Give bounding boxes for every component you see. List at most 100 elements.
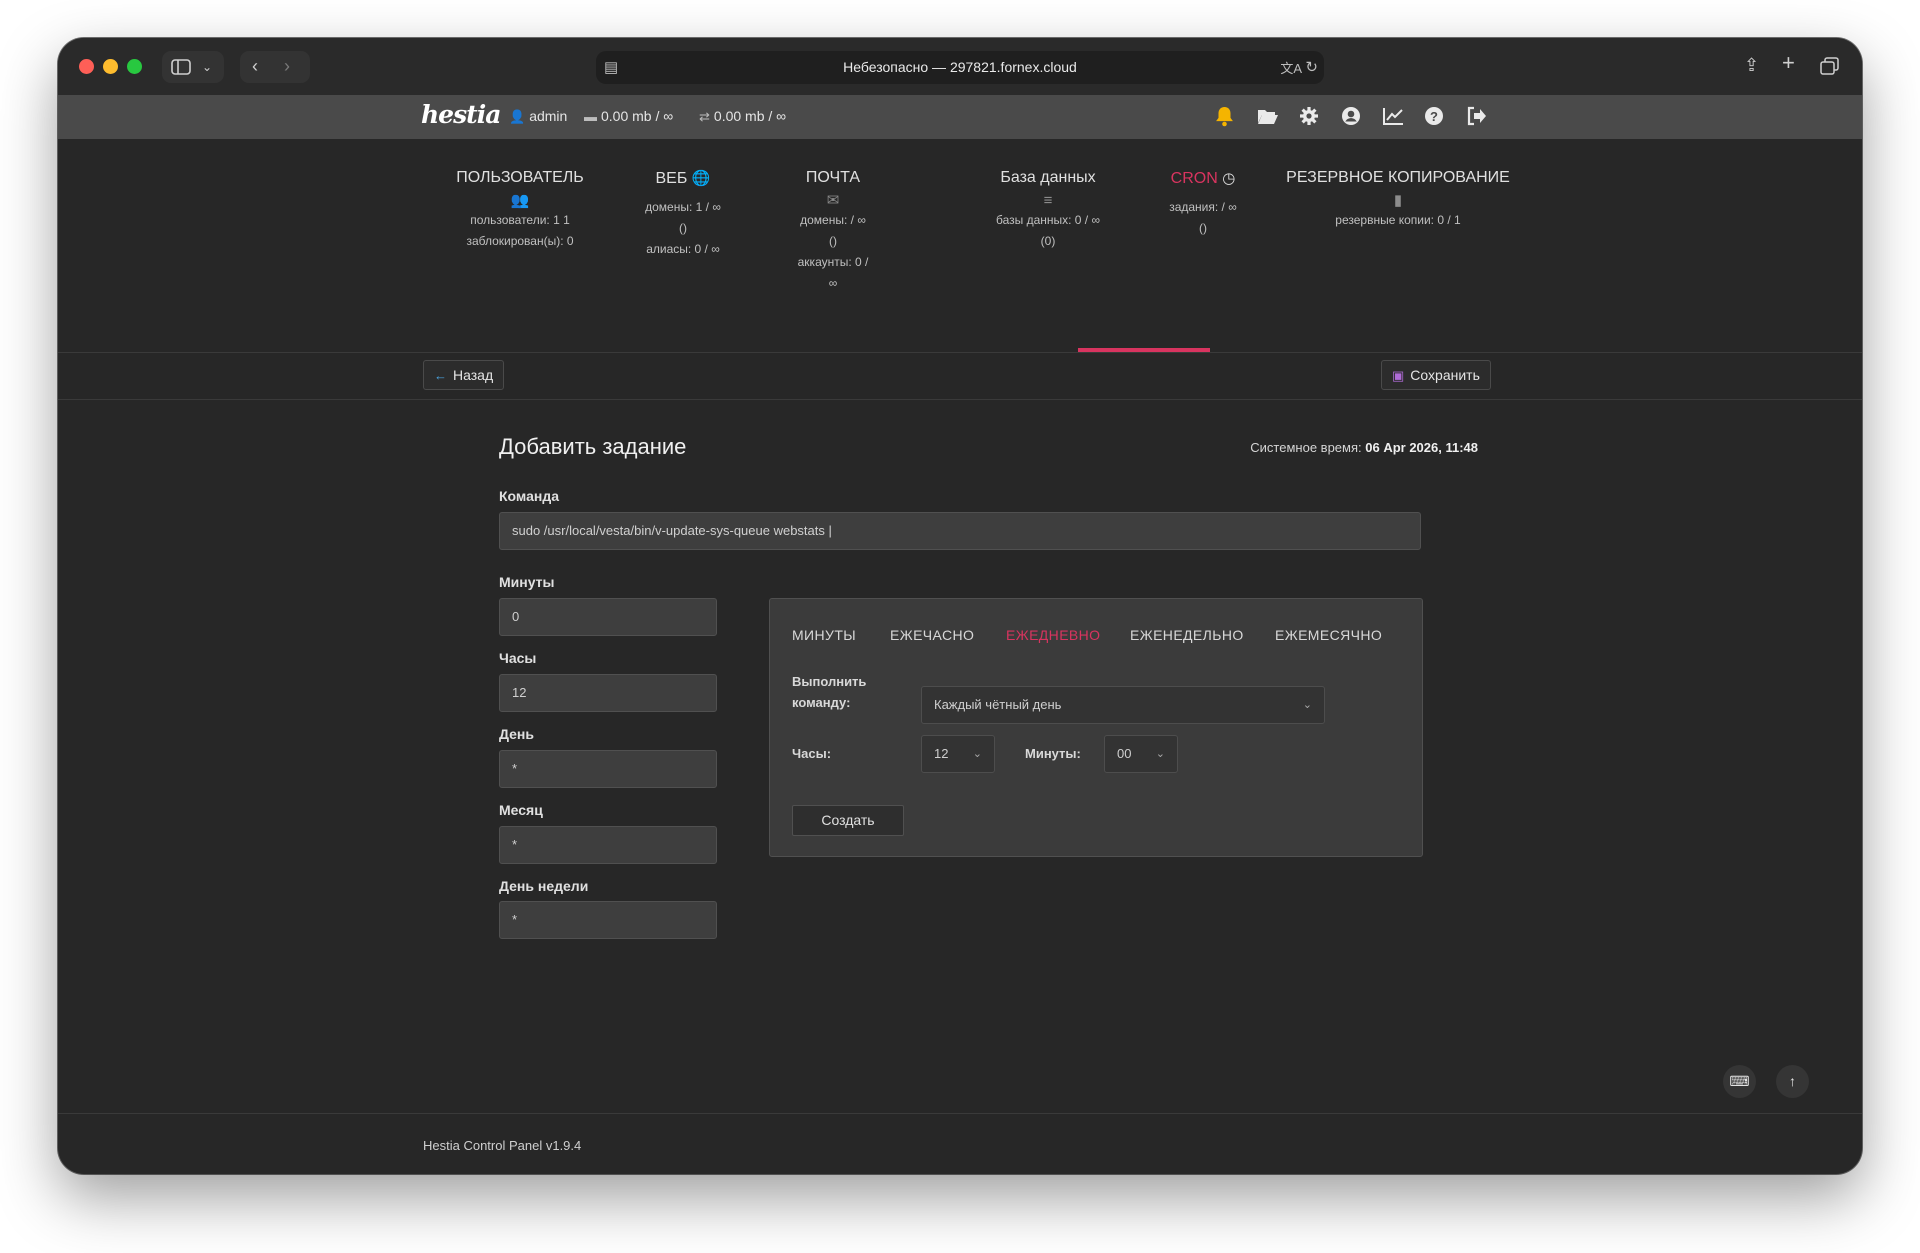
translate-icon[interactable]: 文A	[1280, 58, 1302, 77]
month-label: Месяц	[499, 802, 543, 818]
keyboard-shortcuts-button[interactable]: ⌨	[1723, 1065, 1756, 1098]
tab-user-count: пользователи: 1 1	[470, 213, 570, 227]
system-time-value: 06 Apr 2026, 11:48	[1365, 440, 1478, 455]
day-label: День	[499, 726, 534, 742]
system-time: Системное время: 06 Apr 2026, 11:48	[1158, 440, 1478, 455]
save-button[interactable]: ▣ Сохранить	[1381, 360, 1491, 390]
gen-minutes-label: Минуты:	[1025, 746, 1081, 761]
bell-icon[interactable]	[1215, 106, 1234, 127]
run-command-label-line1: Выполнить	[792, 674, 867, 689]
hestia-logo[interactable]: hestia	[421, 100, 501, 129]
floppy-icon: ▣	[1392, 368, 1405, 383]
command-label: Команда	[499, 488, 559, 504]
user-icon: 👤	[509, 109, 526, 124]
tab-db-count: базы данных: 0 / ∞	[995, 213, 1101, 227]
history-nav-group: ‹ ›	[240, 51, 310, 83]
user-indicator[interactable]: 👤 admin	[509, 108, 567, 125]
zoom-window-button[interactable]	[127, 59, 142, 74]
weekday-label: День недели	[499, 878, 589, 894]
help-icon[interactable]: ?	[1424, 106, 1444, 126]
run-frequency-select[interactable]: Каждый чётный день ⌄	[921, 686, 1325, 724]
chevron-down-icon[interactable]: ⌄	[202, 57, 212, 77]
file-archive-icon: ▮	[1393, 192, 1403, 209]
tab-db-title: База данных	[1000, 169, 1096, 186]
username: admin	[529, 108, 568, 124]
new-tab-icon[interactable]: +	[1782, 52, 1795, 74]
month-input[interactable]: *	[499, 826, 717, 864]
run-command-label-line2: команду:	[792, 695, 851, 710]
database-icon: ≡	[1043, 192, 1053, 209]
create-button[interactable]: Создать	[792, 805, 904, 836]
tab-mail[interactable]: ПОЧТА ✉ домены: / ∞ () аккаунты: 0 / ∞	[778, 169, 888, 294]
browser-window: ⌄ ‹ › ▤ Небезопасно — 297821.fornex.clou…	[58, 38, 1862, 1174]
tab-cron[interactable]: CRON ◷ задания: / ∞ ()	[1153, 169, 1253, 239]
disk-usage-value: 0.00 mb / ∞	[601, 108, 674, 124]
tab-web-aliases: алиасы: 0 / ∞	[646, 242, 720, 256]
disk-usage: ▬ 0.00 mb / ∞	[584, 108, 673, 124]
forward-icon[interactable]: ›	[284, 56, 290, 76]
tab-backup[interactable]: РЕЗЕРВНОЕ КОПИРОВАНИЕ ▮ резервные копии:…	[1278, 169, 1518, 231]
tab-web-label: ВЕБ	[655, 170, 688, 187]
svg-text:?: ?	[1430, 109, 1438, 124]
generator-tab-daily[interactable]: ЕЖЕДНЕВНО	[1006, 627, 1100, 643]
tab-web[interactable]: ВЕБ 🌐 домены: 1 / ∞ () алиасы: 0 / ∞	[633, 169, 733, 260]
bandwidth-usage-value: 0.00 mb / ∞	[713, 108, 787, 124]
folder-icon[interactable]	[1257, 108, 1279, 125]
hdd-icon: ▬	[584, 109, 597, 124]
divider	[58, 399, 1862, 400]
gen-minutes-select[interactable]: 00 ⌄	[1104, 735, 1178, 773]
generator-tab-hourly[interactable]: ЕЖЕЧАСНО	[890, 627, 974, 643]
share-icon[interactable]: ⇪	[1744, 55, 1759, 75]
tab-user-title: ПОЛЬЗОВАТЕЛЬ	[456, 169, 584, 186]
globe-icon: 🌐	[691, 170, 711, 187]
tab-mail-paren: ()	[829, 234, 837, 248]
tab-mail-accounts: аккаунты: 0 /	[797, 255, 869, 269]
chart-icon[interactable]	[1383, 107, 1404, 125]
back-button-label: Назад	[453, 367, 494, 383]
divider	[58, 1113, 1862, 1114]
sidebar-icon[interactable]	[171, 59, 191, 75]
address-bar[interactable]: ▤ Небезопасно — 297821.fornex.cloud 文A ↻	[596, 51, 1324, 84]
chevron-down-icon: ⌄	[1155, 748, 1165, 760]
close-window-button[interactable]	[79, 59, 94, 74]
users-icon: 👥	[510, 192, 530, 209]
tab-db[interactable]: База данных ≡ базы данных: 0 / ∞ (0)	[978, 169, 1118, 252]
tab-cron-paren: ()	[1199, 221, 1207, 235]
back-icon[interactable]: ‹	[252, 56, 258, 76]
hours-input[interactable]: 12	[499, 674, 717, 712]
divider	[58, 352, 1862, 353]
tab-overview-icon[interactable]	[1820, 57, 1840, 75]
gear-icon[interactable]	[1299, 106, 1319, 126]
day-input[interactable]: *	[499, 750, 717, 788]
tab-cron-label: CRON	[1170, 170, 1218, 187]
generator-tab-minutes[interactable]: МИНУТЫ	[792, 627, 856, 643]
run-frequency-value: Каждый чётный день	[934, 697, 1062, 712]
arrow-up-icon: ↑	[1789, 1073, 1796, 1089]
user-circle-icon[interactable]	[1341, 106, 1361, 126]
command-input[interactable]: sudo /usr/local/vesta/bin/v-update-sys-q…	[499, 512, 1421, 550]
generator-tab-weekly[interactable]: ЕЖЕНЕДЕЛЬНО	[1130, 627, 1244, 643]
sidebar-toggle-group[interactable]: ⌄	[162, 51, 224, 83]
page-title: Добавить задание	[499, 434, 687, 459]
arrow-left-icon: ←	[434, 368, 447, 383]
mail-icon: ✉	[826, 192, 840, 209]
save-button-label: Сохранить	[1410, 367, 1480, 383]
back-button[interactable]: ← Назад	[423, 360, 505, 390]
tab-user[interactable]: ПОЛЬЗОВАТЕЛЬ 👥 пользователи: 1 1 заблоки…	[450, 169, 590, 251]
tab-mail-title: ПОЧТА	[805, 169, 861, 186]
hours-label: Часы	[499, 650, 537, 666]
minimize-window-button[interactable]	[103, 59, 118, 74]
tab-db-paren: (0)	[1040, 234, 1056, 248]
weekday-input[interactable]: *	[499, 901, 717, 939]
keyboard-icon: ⌨	[1729, 1073, 1750, 1089]
scroll-top-button[interactable]: ↑	[1776, 1065, 1809, 1098]
reload-icon[interactable]: ↻	[1305, 58, 1318, 76]
gen-hours-select[interactable]: 12 ⌄	[921, 735, 995, 773]
minutes-label: Минуты	[499, 574, 555, 590]
gen-minutes-value: 00	[1117, 746, 1132, 761]
minutes-input[interactable]: 0	[499, 598, 717, 636]
logout-icon[interactable]	[1466, 106, 1487, 126]
generator-tab-monthly[interactable]: ЕЖЕМЕСЯЧНО	[1275, 627, 1382, 643]
tab-user-suspended: заблокирован(ы): 0	[466, 234, 574, 248]
command-value: sudo /usr/local/vesta/bin/v-update-sys-q…	[512, 523, 832, 538]
